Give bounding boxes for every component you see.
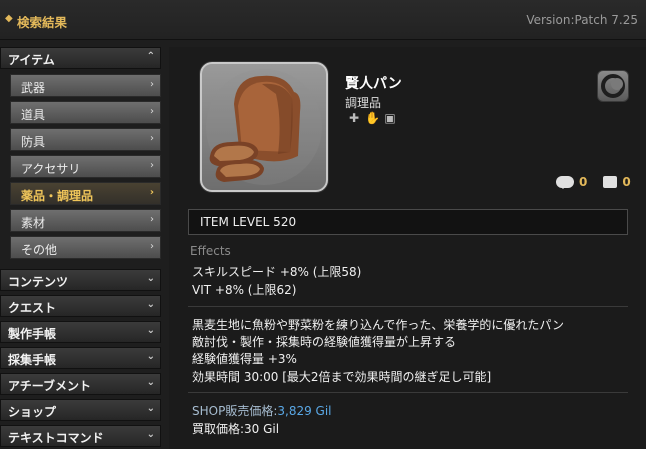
chevron-right-icon: › (150, 160, 154, 171)
hand-icon: ✋ (365, 111, 380, 125)
bread-icon (206, 69, 322, 185)
game-emblem-icon[interactable] (597, 70, 629, 102)
sidebar-category-label: 採集手帳 (8, 353, 57, 367)
sidebar-item-medicine-meals[interactable]: 薬品・調理品 › (10, 182, 161, 205)
buy-price: 買取価格:30 Gil (192, 422, 280, 436)
comment-icon[interactable] (556, 176, 574, 189)
shop-price-value: 3,829 Gil (277, 404, 332, 418)
chevron-right-icon: › (150, 214, 154, 225)
sidebar-category-content[interactable]: コンテンツ ⌄ (0, 269, 161, 291)
chevron-right-icon: › (150, 241, 154, 252)
sidebar-category-label: 製作手帳 (8, 327, 57, 341)
effect-line: VIT +8% (上限62) (192, 283, 297, 297)
plus-icon: ✚ (348, 111, 360, 125)
item-level-box: ITEM LEVEL 520 (188, 209, 628, 235)
chevron-right-icon: › (150, 79, 154, 90)
sidebar: アイテム ⌃ 武器 › 道具 › 防具 › アクセサリ › 薬品・調理品 › 素… (0, 47, 163, 449)
sidebar-item-label: アクセサリ (21, 162, 81, 176)
sidebar-category-label: ショップ (8, 405, 57, 419)
chevron-down-icon: ⌄ (146, 429, 155, 440)
sidebar-item-label: 防具 (21, 135, 46, 149)
item-icon-frame (200, 62, 328, 192)
shop-price-label: SHOP販売価格: (192, 404, 278, 418)
sidebar-category-crafting-log[interactable]: 製作手帳 ⌄ (0, 321, 161, 343)
chevron-right-icon: › (150, 106, 154, 117)
sidebar-category-text-command[interactable]: テキストコマンド ⌄ (0, 425, 161, 447)
version-label: Version:Patch 7.25 (526, 13, 638, 27)
chest-icon: ▣ (384, 111, 396, 125)
sidebar-item-tools[interactable]: 道具 › (10, 101, 161, 124)
sidebar-item-other[interactable]: その他 › (10, 236, 161, 259)
sidebar-category-label: アチーブメント (8, 379, 92, 393)
description-line: 経験値獲得量 +3% (192, 352, 297, 366)
sidebar-category-achievement[interactable]: アチーブメント ⌄ (0, 373, 161, 395)
sidebar-item-label: 素材 (21, 216, 46, 230)
divider (188, 392, 628, 393)
description-line: 敵討伐・製作・採集時の経験値獲得量が上昇する (192, 335, 457, 349)
sidebar-category-item[interactable]: アイテム ⌃ (0, 47, 161, 69)
lodestone-icon[interactable] (603, 176, 618, 188)
sidebar-item-label: その他 (21, 243, 58, 257)
sidebar-category-label: コンテンツ (8, 275, 69, 289)
crescent-icon (601, 74, 625, 98)
description-line: 黒麦生地に魚粉や野菜粉を練り込んで作った、栄養学的に優れたパン (192, 318, 565, 332)
effect-line: スキルスピード +8% (上限58) (192, 265, 362, 279)
sidebar-item-label: 武器 (21, 81, 46, 95)
chevron-down-icon: ⌄ (146, 377, 155, 388)
chevron-down-icon: ⌄ (146, 351, 155, 362)
sidebar-item-armor[interactable]: 防具 › (10, 128, 161, 151)
chevron-right-icon: › (149, 187, 154, 198)
header-bar: ◆ 検索結果 Version:Patch 7.25 (0, 0, 646, 40)
sidebar-item-materials[interactable]: 素材 › (10, 209, 161, 232)
sidebar-category-label: アイテム (8, 53, 55, 67)
shop-price: SHOP販売価格:3,829 Gil (192, 402, 332, 419)
lodestone-count: 0 (622, 175, 631, 189)
chevron-down-icon: ⌄ (146, 273, 155, 284)
sidebar-item-label: 薬品・調理品 (21, 189, 94, 203)
sidebar-category-label: テキストコマンド (8, 431, 104, 445)
diamond-icon: ◆ (5, 13, 13, 24)
sidebar-category-shop[interactable]: ショップ ⌄ (0, 399, 161, 421)
divider (188, 306, 628, 307)
page-title: 検索結果 (17, 15, 68, 30)
item-name: 賢人パン (345, 76, 402, 92)
comment-count: 0 (579, 175, 588, 189)
chevron-up-icon: ⌃ (146, 51, 155, 62)
item-level: ITEM LEVEL 520 (200, 215, 297, 229)
sidebar-category-quest[interactable]: クエスト ⌄ (0, 295, 161, 317)
chevron-right-icon: › (150, 133, 154, 144)
chevron-down-icon: ⌄ (146, 299, 155, 310)
chevron-down-icon: ⌄ (146, 403, 155, 414)
item-counters: 0 0 (556, 175, 631, 189)
sidebar-item-label: 道具 (21, 108, 46, 122)
effects-heading: Effects (190, 244, 231, 258)
sidebar-category-label: クエスト (8, 301, 57, 315)
chevron-down-icon: ⌄ (146, 325, 155, 336)
description-line: 効果時間 30:00 [最大2倍まで効果時間の継ぎ足し可能] (192, 370, 492, 384)
item-flags: ✚ ✋ ▣ (347, 111, 397, 125)
item-category: 調理品 (345, 96, 382, 110)
sidebar-item-accessories[interactable]: アクセサリ › (10, 155, 161, 178)
sidebar-category-gathering-log[interactable]: 採集手帳 ⌄ (0, 347, 161, 369)
sidebar-item-weapons[interactable]: 武器 › (10, 74, 161, 97)
